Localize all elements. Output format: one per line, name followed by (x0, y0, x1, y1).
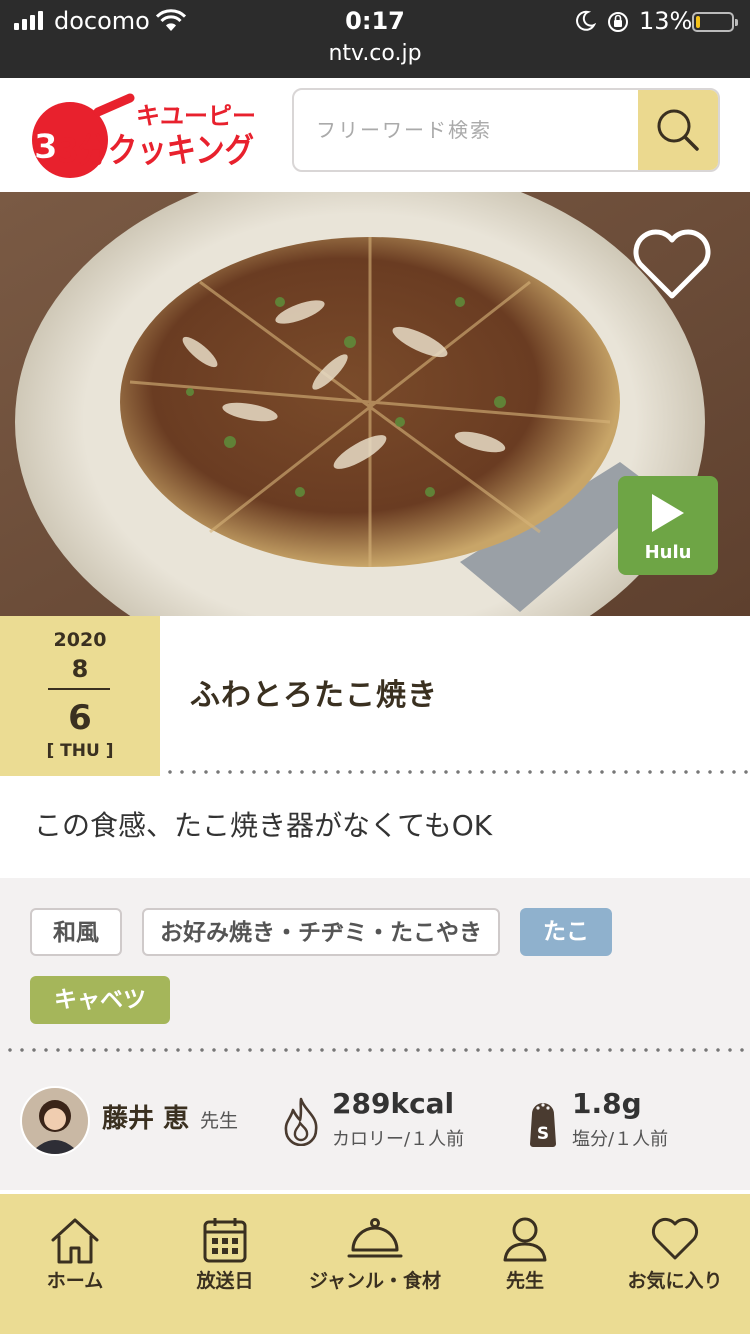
search-input[interactable] (294, 90, 638, 170)
bottom-navigation: ホーム 放送日 ジャンル・食材 先生 お気に入り (0, 1190, 750, 1334)
recipe-title-block: 2020 8 6 [ THU ] ふわとろたこ焼き (0, 616, 750, 776)
calories-label: カロリー/１人前 (332, 1129, 465, 1150)
description-text: この食感、たこ焼き器がなくてもOK (34, 809, 493, 842)
hulu-button[interactable]: Hulu (618, 476, 718, 575)
calendar-icon (203, 1218, 247, 1263)
nav-broadcast-date[interactable]: 放送日 (150, 1194, 300, 1334)
address-bar-url[interactable]: ntv.co.jp (0, 40, 750, 68)
battery-icon (692, 12, 738, 32)
dotted-divider (4, 1048, 750, 1052)
date-day: 6 (68, 698, 92, 738)
date-divider (48, 688, 110, 690)
home-icon (51, 1218, 99, 1264)
search-box (292, 88, 720, 172)
recipe-description: この食感、たこ焼き器がなくてもOK (0, 776, 750, 878)
nav-favorites[interactable]: お気に入り (600, 1194, 750, 1334)
teacher-avatar[interactable] (20, 1086, 90, 1156)
salt-shaker-icon: S (530, 1103, 556, 1147)
cloche-icon (347, 1218, 403, 1258)
play-icon (652, 494, 684, 532)
logo-text-top: キユーピー (136, 102, 256, 130)
date-month: 8 (71, 655, 89, 683)
recipe-title: ふわとろたこ焼き (190, 678, 438, 713)
calories-value: 289kcal (332, 1087, 455, 1120)
battery-percent: 13% (639, 7, 693, 35)
rotation-lock-icon (608, 12, 628, 32)
recipe-info: 藤井 恵 先生 289kcal カロリー/１人前 S 1.8g 塩分/１人前 (0, 1056, 750, 1186)
nav-favorites-label: お気に入り (627, 1270, 723, 1292)
site-header: キユーピー 3 3分クッキング (0, 78, 750, 192)
date-weekday: [ THU ] (46, 741, 114, 761)
nav-teachers-label: 先生 (505, 1270, 544, 1292)
recipe-tags: 和風 お好み焼き・チヂミ・たこやき たこ キャベツ (0, 878, 750, 1052)
favorite-heart-icon[interactable] (630, 226, 714, 302)
nav-home-label: ホーム (46, 1270, 104, 1292)
search-button[interactable] (638, 90, 718, 170)
nav-genre-ingredients[interactable]: ジャンル・食材 (300, 1194, 450, 1334)
hulu-label: Hulu (644, 542, 692, 563)
logo-text-main: 3分クッキング (58, 131, 254, 171)
teacher-name[interactable]: 藤井 恵 (102, 1102, 189, 1136)
date-year: 2020 (53, 629, 107, 651)
nav-teachers[interactable]: 先生 (450, 1194, 600, 1334)
tag-tako[interactable]: たこ (520, 908, 612, 956)
heart-icon (651, 1217, 699, 1260)
nav-genre-ingredients-label: ジャンル・食材 (308, 1270, 442, 1292)
recipe-photo: Hulu (0, 192, 750, 616)
salt-label: 塩分/１人前 (572, 1129, 669, 1150)
svg-text:3: 3 (34, 127, 58, 167)
nav-home[interactable]: ホーム (0, 1194, 150, 1334)
salt-icon-letter: S (537, 1124, 549, 1144)
broadcast-date: 2020 8 6 [ THU ] (0, 616, 160, 776)
tag-cabbage[interactable]: キャベツ (30, 976, 170, 1024)
site-logo[interactable]: キユーピー 3 3分クッキング (26, 90, 266, 180)
teacher-suffix: 先生 (200, 1110, 239, 1132)
search-icon (657, 109, 699, 151)
tag-okonomiyaki[interactable]: お好み焼き・チヂミ・たこやき (142, 908, 500, 956)
person-icon (503, 1217, 547, 1262)
status-bar: docomo 0:17 13% ntv.co.jp (0, 0, 750, 78)
moon-icon (576, 10, 596, 31)
status-time: 0:17 (345, 7, 405, 35)
nav-broadcast-date-label: 放送日 (196, 1270, 254, 1292)
salt-value: 1.8g (572, 1087, 642, 1120)
tag-washoku[interactable]: 和風 (30, 908, 122, 956)
flame-icon (284, 1097, 318, 1146)
dotted-divider (164, 770, 750, 774)
